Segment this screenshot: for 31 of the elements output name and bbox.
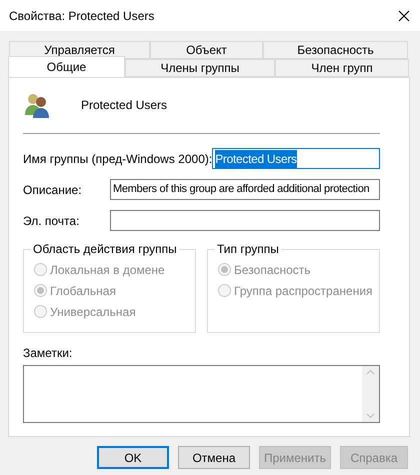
dialog-button[interactable]: Отмена — [178, 446, 250, 469]
field-value: Members of this group are afforded additional protection — [113, 182, 370, 198]
scroll-up-icon[interactable] — [366, 369, 375, 375]
tab[interactable]: Члены группы — [125, 59, 275, 77]
radio-label: Безопасность — [234, 262, 311, 278]
group-box-title: Тип группы — [215, 242, 281, 256]
text-field[interactable]: Protected Users — [212, 148, 380, 169]
tab[interactable]: Член групп — [275, 59, 409, 77]
group-name: Protected Users — [81, 97, 168, 114]
close-icon[interactable] — [398, 10, 410, 22]
notes-field[interactable] — [23, 365, 380, 423]
field-label: Эл. почта: — [23, 212, 80, 230]
users-icon — [23, 91, 51, 119]
field-label: Имя группы (пред-Windows 2000): — [23, 150, 212, 168]
text-field[interactable]: Members of this group are afforded additional protection — [110, 179, 380, 200]
dialog-button[interactable]: OK — [97, 446, 169, 469]
notes-label: Заметки: — [23, 345, 74, 362]
text-field[interactable] — [110, 210, 380, 231]
radio-label: Группа распространения — [234, 282, 373, 300]
tab[interactable]: Общие — [8, 56, 125, 77]
radio-label: Универсальная — [50, 304, 136, 320]
field-label: Описание: — [23, 182, 82, 198]
tab[interactable]: Безопасность — [263, 41, 408, 59]
scrollbar[interactable] — [362, 366, 379, 422]
group-box-title: Область действия группы — [31, 242, 179, 256]
radio-label: Глобальная — [50, 282, 116, 300]
field-value: Protected Users — [215, 150, 297, 168]
tab[interactable]: Объект — [150, 41, 263, 59]
scroll-down-icon[interactable] — [366, 413, 375, 419]
window-title: Свойства: Protected Users — [9, 8, 154, 24]
radio-label: Локальная в домене — [50, 262, 165, 278]
